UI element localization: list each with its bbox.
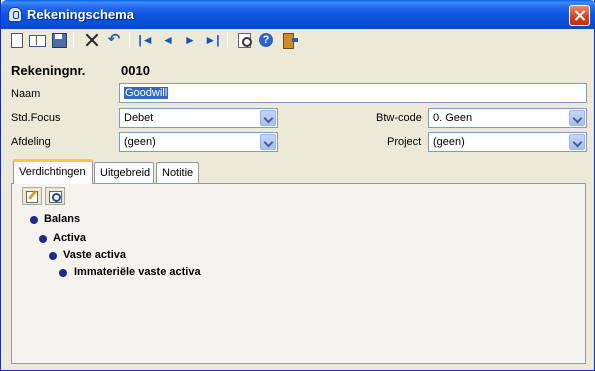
main-window: Rekeningschema ↶ |◄ ◄ ► ►| Rekeningnr. 0… [0, 0, 595, 371]
new-icon[interactable] [7, 31, 25, 49]
toolbar-separator [129, 32, 130, 48]
first-record-icon[interactable]: |◄ [137, 31, 155, 49]
last-record-icon[interactable]: ►| [203, 31, 221, 49]
tab-label: Uitgebreid [100, 167, 151, 179]
afdeling-select[interactable]: (geen) [119, 132, 278, 152]
previous-record-icon[interactable]: ◄ [159, 31, 177, 49]
tab-label: Notitie [162, 167, 194, 179]
tree-item-activa[interactable]: Activa [53, 232, 86, 244]
project-label: Project [387, 136, 422, 148]
name-field-value: Goodwill [124, 87, 169, 99]
chevron-down-icon[interactable] [569, 110, 585, 126]
title-bar[interactable]: Rekeningschema [1, 0, 595, 29]
bullet-icon [59, 269, 67, 277]
app-icon [8, 7, 22, 22]
project-select[interactable]: (geen) [428, 132, 587, 152]
undo-icon[interactable]: ↶ [105, 31, 123, 49]
tab-notitie[interactable]: Notitie [156, 162, 199, 183]
tab-verdichtingen[interactable]: Verdichtingen [13, 159, 93, 184]
toolbar: ↶ |◄ ◄ ► ►| [4, 29, 592, 51]
tab-panel-verdichtingen: Balans Activa Vaste activa Immateriële v… [11, 183, 586, 364]
tree-item-vaste-activa[interactable]: Vaste activa [63, 249, 126, 261]
delete-icon[interactable] [83, 31, 101, 49]
name-field[interactable]: Goodwill [119, 83, 587, 103]
account-number-label: Rekeningnr. [11, 63, 86, 78]
std-focus-label: Std.Focus [11, 112, 61, 124]
bullet-icon [39, 235, 47, 243]
chevron-down-icon[interactable] [260, 134, 276, 150]
std-focus-select[interactable]: Debet [119, 108, 278, 128]
search-icon[interactable] [45, 187, 65, 205]
tree-item-balans[interactable]: Balans [44, 213, 80, 225]
open-icon[interactable] [28, 31, 46, 49]
bullet-icon [49, 252, 57, 260]
toolbar-separator [227, 32, 228, 48]
next-record-icon[interactable]: ► [181, 31, 199, 49]
btw-code-value: 0. Geen [433, 112, 473, 124]
std-focus-value: Debet [124, 112, 154, 124]
help-icon[interactable] [257, 31, 275, 49]
chevron-down-icon[interactable] [260, 110, 276, 126]
afdeling-value: (geen) [124, 136, 156, 148]
tree-item-immateriele-vaste-activa[interactable]: Immateriële vaste activa [74, 266, 201, 278]
name-label: Naam [11, 88, 41, 100]
afdeling-label: Afdeling [11, 136, 51, 148]
bullet-icon [30, 216, 38, 224]
project-value: (geen) [433, 136, 465, 148]
window-title: Rekeningschema [27, 7, 134, 22]
btw-code-label: Btw-code [376, 112, 422, 124]
save-icon[interactable] [50, 31, 68, 49]
exit-icon[interactable] [281, 31, 299, 49]
account-number-value: 0010 [121, 63, 150, 78]
btw-code-select[interactable]: 0. Geen [428, 108, 587, 128]
print-preview-icon[interactable] [235, 31, 253, 49]
close-button[interactable] [569, 5, 590, 26]
toolbar-separator [73, 32, 74, 48]
tab-uitgebreid[interactable]: Uitgebreid [94, 162, 154, 183]
edit-icon[interactable] [22, 187, 42, 205]
tab-label: Verdichtingen [19, 166, 86, 178]
chevron-down-icon[interactable] [569, 134, 585, 150]
